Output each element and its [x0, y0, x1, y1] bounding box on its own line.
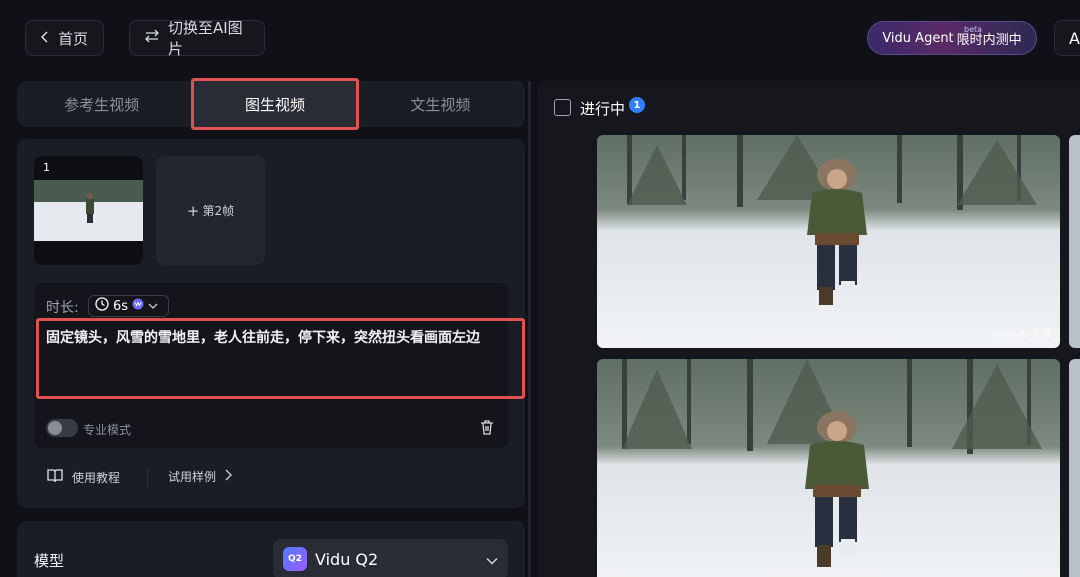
chevron-right-icon	[224, 469, 232, 484]
tab-reference-video[interactable]: 参考生视频	[17, 81, 186, 127]
plus-icon: +	[186, 201, 200, 220]
duration-label: 时长:	[46, 300, 79, 316]
clock-icon	[95, 297, 109, 315]
home-button[interactable]: 首页	[25, 20, 104, 56]
chevron-left-icon	[40, 29, 50, 47]
tab-image-video[interactable]: 图生视频	[196, 83, 354, 125]
divider	[147, 467, 148, 487]
frame-2-label: 第2帧	[202, 204, 235, 218]
tutorial-link[interactable]: 使用教程	[46, 468, 120, 487]
vip-icon	[132, 298, 144, 314]
model-value: Vidu Q2	[315, 549, 379, 569]
beta-tag: beta	[964, 25, 983, 34]
video-result-1-next[interactable]	[1069, 135, 1080, 348]
inprogress-count-badge: 1	[629, 97, 645, 113]
chevron-down-icon	[148, 299, 158, 314]
book-icon	[46, 468, 64, 487]
watermark: Vidu AI 生成	[993, 329, 1052, 340]
duration-select[interactable]: 6s	[88, 295, 169, 317]
select-all-checkbox[interactable]	[554, 99, 571, 116]
pro-mode-toggle[interactable]	[46, 419, 78, 437]
video-result-1[interactable]: Vidu AI 生成	[597, 135, 1060, 348]
pro-mode-label: 专业模式	[83, 423, 132, 437]
prompt-textarea[interactable]: 固定镜头，风雪的雪地里，老人往前走，停下来，突然扭头看画面左边	[46, 327, 508, 349]
account-label: A	[1069, 28, 1080, 48]
agent-label: Vidu Agent	[882, 30, 954, 46]
model-badge: Q2	[283, 547, 307, 571]
frame-1-image	[34, 180, 143, 241]
frame-1-thumbnail[interactable]: 1	[34, 156, 143, 265]
vidu-agent-button[interactable]: Vidu Agent beta 限时内测中	[867, 21, 1037, 55]
examples-label: 试用样例	[168, 470, 217, 484]
tab-label: 图生视频	[244, 95, 305, 114]
account-button[interactable]: A	[1054, 20, 1080, 56]
tab-label: 文生视频	[410, 95, 471, 114]
tutorial-label: 使用教程	[72, 471, 121, 485]
swap-icon	[144, 29, 160, 47]
examples-link[interactable]: 试用样例	[168, 468, 232, 485]
inprogress-label: 进行中	[580, 100, 626, 118]
video-result-2[interactable]	[597, 359, 1060, 577]
panel-scrollbar[interactable]	[528, 81, 531, 577]
switch-label: 切换至AI图片	[168, 19, 243, 58]
frame-index: 1	[43, 161, 50, 174]
trash-icon[interactable]	[478, 418, 496, 436]
model-label: 模型	[34, 552, 65, 570]
model-select[interactable]: Q2 Vidu Q2	[273, 539, 508, 577]
switch-to-ai-image-button[interactable]: 切换至AI图片	[129, 19, 265, 58]
home-label: 首页	[58, 29, 89, 48]
duration-value: 6s	[113, 298, 129, 314]
add-frame-2-button[interactable]: + 第2帧	[156, 156, 265, 265]
tab-text-video[interactable]: 文生视频	[356, 81, 525, 127]
video-result-2-next[interactable]	[1069, 359, 1080, 577]
tab-label: 参考生视频	[64, 95, 140, 114]
chevron-down-icon	[486, 550, 498, 569]
